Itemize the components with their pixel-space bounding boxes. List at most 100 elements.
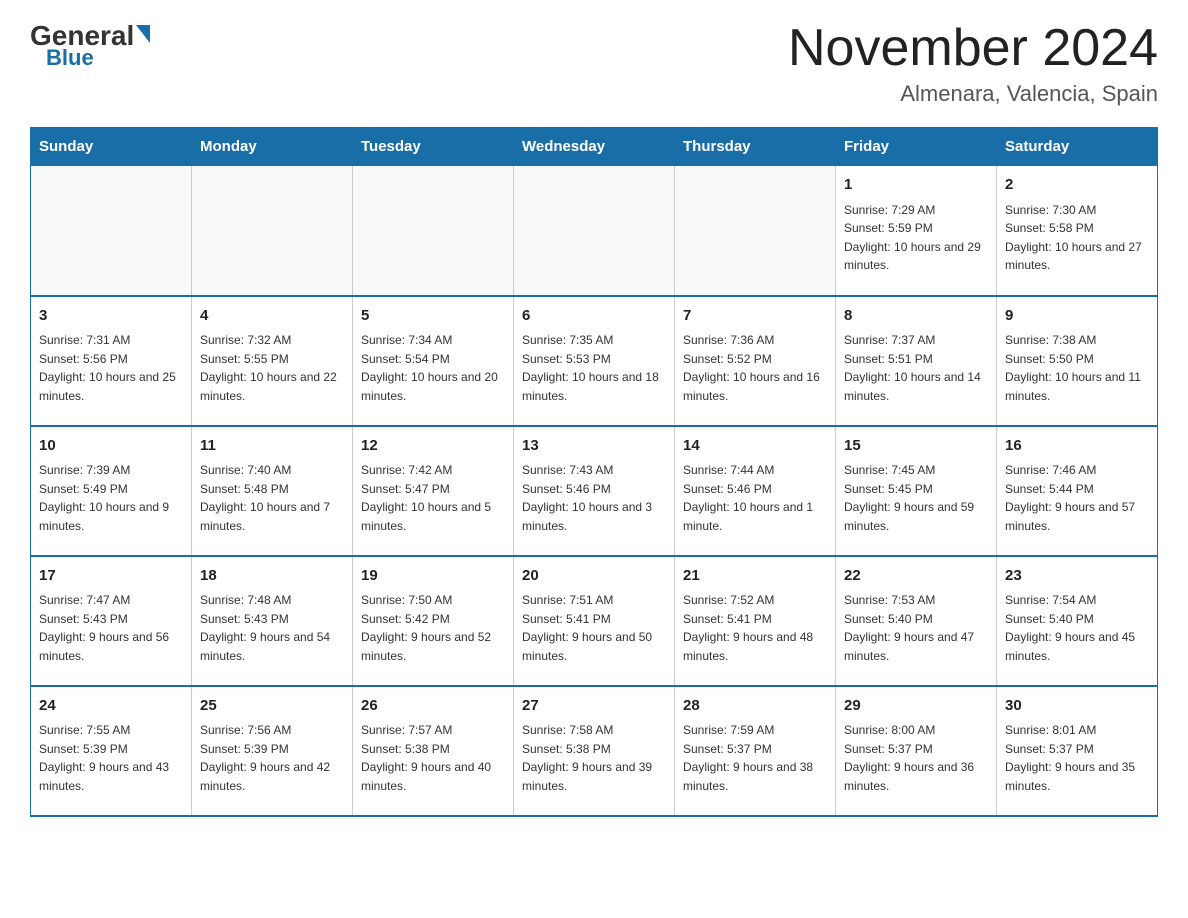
day-info: Sunrise: 7:57 AMSunset: 5:38 PMDaylight:… [361, 721, 505, 795]
calendar-cell [514, 166, 675, 296]
calendar-cell [192, 166, 353, 296]
calendar-cell: 23Sunrise: 7:54 AMSunset: 5:40 PMDayligh… [997, 556, 1158, 686]
day-number: 15 [844, 435, 988, 458]
weekday-header-friday: Friday [836, 128, 997, 166]
day-info: Sunrise: 7:37 AMSunset: 5:51 PMDaylight:… [844, 331, 988, 405]
calendar-cell: 13 Sunrise: 7:43 AMSunset: 5:46 PMDayligh… [514, 426, 675, 556]
day-info: Sunrise: 7:36 AMSunset: 5:52 PMDaylight:… [683, 331, 827, 405]
day-number: 22 [844, 565, 988, 588]
day-info: Sunrise: 7:43 AMSunset: 5:46 PMDaylight:… [522, 461, 666, 535]
day-info: Sunrise: 7:45 AMSunset: 5:45 PMDaylight:… [844, 461, 988, 535]
calendar-header: SundayMondayTuesdayWednesdayThursdayFrid… [31, 128, 1158, 166]
day-info: Sunrise: 7:54 AMSunset: 5:40 PMDaylight:… [1005, 591, 1149, 665]
location-title: Almenara, Valencia, Spain [788, 81, 1158, 107]
day-number: 7 [683, 305, 827, 328]
calendar-cell: 5Sunrise: 7:34 AMSunset: 5:54 PMDaylight… [353, 296, 514, 426]
day-number: 2 [1005, 174, 1149, 197]
day-number: 11 [200, 435, 344, 458]
calendar-cell: 7 Sunrise: 7:36 AMSunset: 5:52 PMDaylight… [675, 296, 836, 426]
calendar-cell: 14 Sunrise: 7:44 AMSunset: 5:46 PMDayligh… [675, 426, 836, 556]
day-number: 21 [683, 565, 827, 588]
day-number: 20 [522, 565, 666, 588]
day-info: Sunrise: 7:59 AMSunset: 5:37 PMDaylight:… [683, 721, 827, 795]
calendar-cell: 16Sunrise: 7:46 AMSunset: 5:44 PMDayligh… [997, 426, 1158, 556]
day-number: 4 [200, 305, 344, 328]
calendar-cell: 17 Sunrise: 7:47 AMSunset: 5:43 PMDayligh… [31, 556, 192, 686]
logo: General Blue [30, 20, 150, 71]
calendar-cell: 1 Sunrise: 7:29 AMSunset: 5:59 PMDaylight… [836, 166, 997, 296]
calendar-cell: 9 Sunrise: 7:38 AMSunset: 5:50 PMDaylight… [997, 296, 1158, 426]
day-number: 26 [361, 695, 505, 718]
weekday-header-thursday: Thursday [675, 128, 836, 166]
weekday-header-saturday: Saturday [997, 128, 1158, 166]
day-number: 28 [683, 695, 827, 718]
weekday-header-monday: Monday [192, 128, 353, 166]
logo-blue-text: Blue [46, 45, 94, 71]
calendar-cell: 8 Sunrise: 7:37 AMSunset: 5:51 PMDaylight… [836, 296, 997, 426]
calendar-week-row: 24 Sunrise: 7:55 AMSunset: 5:39 PMDayligh… [31, 686, 1158, 816]
calendar-cell: 4Sunrise: 7:32 AMSunset: 5:55 PMDaylight… [192, 296, 353, 426]
day-number: 24 [39, 695, 183, 718]
calendar-cell: 27 Sunrise: 7:58 AMSunset: 5:38 PMDayligh… [514, 686, 675, 816]
logo-arrow-icon [136, 25, 150, 43]
day-info: Sunrise: 7:50 AMSunset: 5:42 PMDaylight:… [361, 591, 505, 665]
day-number: 27 [522, 695, 666, 718]
calendar-cell: 20 Sunrise: 7:51 AMSunset: 5:41 PMDayligh… [514, 556, 675, 686]
calendar-cell: 26 Sunrise: 7:57 AMSunset: 5:38 PMDayligh… [353, 686, 514, 816]
calendar-cell: 12 Sunrise: 7:42 AMSunset: 5:47 PMDayligh… [353, 426, 514, 556]
day-number: 17 [39, 565, 183, 588]
day-info: Sunrise: 7:53 AMSunset: 5:40 PMDaylight:… [844, 591, 988, 665]
day-number: 25 [200, 695, 344, 718]
calendar-cell: 3Sunrise: 7:31 AMSunset: 5:56 PMDaylight… [31, 296, 192, 426]
page-header: General Blue November 2024 Almenara, Val… [30, 20, 1158, 107]
calendar-week-row: 3Sunrise: 7:31 AMSunset: 5:56 PMDaylight… [31, 296, 1158, 426]
day-number: 6 [522, 305, 666, 328]
day-number: 3 [39, 305, 183, 328]
month-title: November 2024 [788, 20, 1158, 77]
calendar-body: 1 Sunrise: 7:29 AMSunset: 5:59 PMDaylight… [31, 166, 1158, 816]
day-number: 19 [361, 565, 505, 588]
day-number: 14 [683, 435, 827, 458]
calendar-cell: 24 Sunrise: 7:55 AMSunset: 5:39 PMDayligh… [31, 686, 192, 816]
day-info: Sunrise: 7:58 AMSunset: 5:38 PMDaylight:… [522, 721, 666, 795]
calendar-cell: 25 Sunrise: 7:56 AMSunset: 5:39 PMDayligh… [192, 686, 353, 816]
calendar-week-row: 1 Sunrise: 7:29 AMSunset: 5:59 PMDaylight… [31, 166, 1158, 296]
day-info: Sunrise: 7:39 AMSunset: 5:49 PMDaylight:… [39, 461, 183, 535]
day-number: 10 [39, 435, 183, 458]
day-number: 1 [844, 174, 988, 197]
day-number: 12 [361, 435, 505, 458]
day-info: Sunrise: 7:42 AMSunset: 5:47 PMDaylight:… [361, 461, 505, 535]
weekday-header-row: SundayMondayTuesdayWednesdayThursdayFrid… [31, 128, 1158, 166]
day-number: 9 [1005, 305, 1149, 328]
calendar-cell: 30Sunrise: 8:01 AMSunset: 5:37 PMDayligh… [997, 686, 1158, 816]
calendar-cell: 18Sunrise: 7:48 AMSunset: 5:43 PMDayligh… [192, 556, 353, 686]
calendar-cell: 19 Sunrise: 7:50 AMSunset: 5:42 PMDayligh… [353, 556, 514, 686]
day-info: Sunrise: 7:55 AMSunset: 5:39 PMDaylight:… [39, 721, 183, 795]
calendar-cell: 28 Sunrise: 7:59 AMSunset: 5:37 PMDayligh… [675, 686, 836, 816]
title-area: November 2024 Almenara, Valencia, Spain [788, 20, 1158, 107]
calendar-cell [353, 166, 514, 296]
day-number: 5 [361, 305, 505, 328]
weekday-header-tuesday: Tuesday [353, 128, 514, 166]
weekday-header-sunday: Sunday [31, 128, 192, 166]
calendar-cell: 15 Sunrise: 7:45 AMSunset: 5:45 PMDayligh… [836, 426, 997, 556]
day-info: Sunrise: 7:44 AMSunset: 5:46 PMDaylight:… [683, 461, 827, 535]
calendar-cell [675, 166, 836, 296]
calendar-cell: 22 Sunrise: 7:53 AMSunset: 5:40 PMDayligh… [836, 556, 997, 686]
day-info: Sunrise: 7:47 AMSunset: 5:43 PMDaylight:… [39, 591, 183, 665]
calendar-cell [31, 166, 192, 296]
day-info: Sunrise: 7:40 AMSunset: 5:48 PMDaylight:… [200, 461, 344, 535]
day-number: 8 [844, 305, 988, 328]
calendar-cell: 29Sunrise: 8:00 AMSunset: 5:37 PMDayligh… [836, 686, 997, 816]
day-info: Sunrise: 7:51 AMSunset: 5:41 PMDaylight:… [522, 591, 666, 665]
day-info: Sunrise: 7:56 AMSunset: 5:39 PMDaylight:… [200, 721, 344, 795]
calendar-table: SundayMondayTuesdayWednesdayThursdayFrid… [30, 127, 1158, 817]
day-number: 13 [522, 435, 666, 458]
day-info: Sunrise: 7:29 AMSunset: 5:59 PMDaylight:… [844, 201, 988, 275]
day-info: Sunrise: 7:30 AMSunset: 5:58 PMDaylight:… [1005, 201, 1149, 275]
calendar-cell: 2 Sunrise: 7:30 AMSunset: 5:58 PMDaylight… [997, 166, 1158, 296]
day-number: 18 [200, 565, 344, 588]
day-number: 16 [1005, 435, 1149, 458]
day-info: Sunrise: 7:38 AMSunset: 5:50 PMDaylight:… [1005, 331, 1149, 405]
weekday-header-wednesday: Wednesday [514, 128, 675, 166]
